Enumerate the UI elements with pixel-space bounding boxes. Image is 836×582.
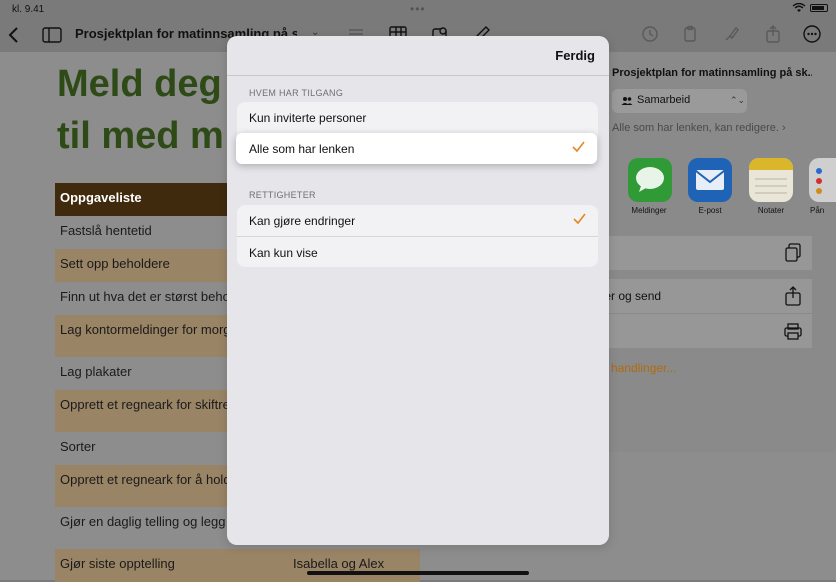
print-row[interactable]: ut xyxy=(597,314,812,348)
printer-icon xyxy=(784,323,802,340)
app-label-mail: E-post xyxy=(698,206,722,215)
messages-app-icon[interactable] xyxy=(628,158,672,202)
notes-app-icon[interactable] xyxy=(749,158,793,202)
share-sheet-title: Prosjektplan for matinnsamling på sk... xyxy=(612,67,812,79)
headline-line-1: Meld deg xyxy=(57,63,222,105)
app-label-notes: Notater xyxy=(757,206,785,215)
export-send-row[interactable]: rter og send xyxy=(597,279,812,313)
option-invited-only[interactable]: Kun inviterte personer xyxy=(237,102,598,133)
more-options-icon[interactable] xyxy=(802,24,822,44)
sidebar-icon[interactable] xyxy=(42,27,62,43)
checkmark-icon xyxy=(572,141,585,153)
option-can-edit[interactable]: Kan gjøre endringer xyxy=(237,205,598,236)
people-icon xyxy=(621,97,633,105)
status-bar: kl. 9.41 ••• xyxy=(0,0,836,18)
copy-action-row[interactable]: r xyxy=(597,236,812,270)
export-icon xyxy=(785,286,801,306)
notes-lines-icon xyxy=(755,178,787,194)
access-section-label: HVEM HAR TILGANG xyxy=(249,88,344,98)
collab-chevron-icon: ⌃⌄ xyxy=(730,95,746,105)
clipboard-icon[interactable] xyxy=(680,24,700,44)
option-anyone-with-link[interactable]: Alle som har lenken xyxy=(236,133,597,164)
history-icon[interactable] xyxy=(640,24,660,44)
rights-options-group: Kan gjøre endringer Kan kun vise xyxy=(237,205,598,267)
document-headline: Meld deg til med m xyxy=(57,58,224,162)
done-button[interactable]: Ferdig xyxy=(555,48,595,63)
mail-app-icon[interactable] xyxy=(688,158,732,202)
app-label-messages: Meldinger xyxy=(631,206,667,215)
app-label-reminders: Pån xyxy=(810,206,825,215)
rights-section-label: RETTIGHETER xyxy=(249,190,316,200)
assignee-cell: Isabella og Alex xyxy=(293,556,385,571)
notes-header xyxy=(749,158,793,170)
option-view-only[interactable]: Kan kun vise xyxy=(237,236,598,267)
brush-icon[interactable] xyxy=(722,24,742,44)
envelope-icon xyxy=(695,170,725,190)
access-settings-modal: Ferdig HVEM HAR TILGANG Kun inviterte pe… xyxy=(227,36,609,545)
copy-icon xyxy=(785,243,801,262)
reminder-dots-icon xyxy=(816,168,822,194)
headline-line-2: til med m xyxy=(57,115,224,157)
chevron-right-icon: › xyxy=(782,122,786,134)
share-access-summary[interactable]: Alle som har lenken, kan redigere. › xyxy=(612,122,786,134)
speech-bubble-icon xyxy=(636,167,664,192)
reminders-app-icon[interactable] xyxy=(809,158,836,202)
multitasking-dots[interactable]: ••• xyxy=(410,2,426,16)
checkmark-icon xyxy=(573,213,586,225)
home-indicator[interactable] xyxy=(307,571,529,575)
back-chevron-icon[interactable] xyxy=(8,27,20,43)
table-row[interactable]: Gjør siste opptelling Isabella og Alex xyxy=(55,549,420,582)
status-time: kl. 9.41 xyxy=(12,4,45,15)
share-icon[interactable] xyxy=(763,24,783,44)
wifi-icon xyxy=(792,3,806,12)
battery-icon xyxy=(810,4,828,12)
modal-header: Ferdig xyxy=(227,36,609,76)
